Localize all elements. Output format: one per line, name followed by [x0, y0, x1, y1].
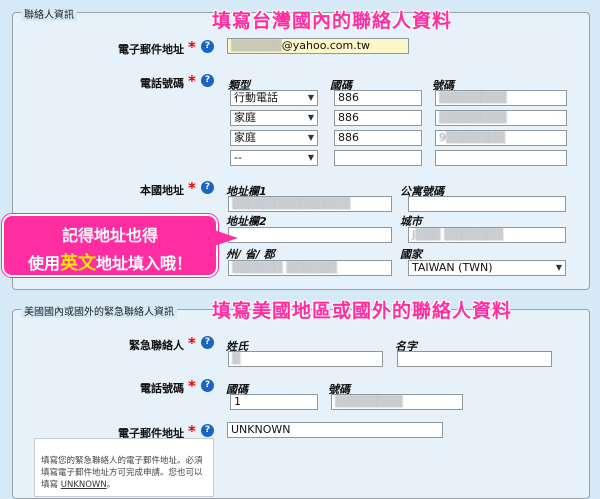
phone-label: 電話號碼 — [140, 77, 184, 90]
phone-number-input[interactable]: ▒▒▒▒▒▒▒▒ — [435, 110, 567, 126]
help-icon[interactable]: ? — [201, 40, 214, 53]
address-apt-input[interactable] — [408, 196, 566, 212]
email-domain: @yahoo.com.tw — [281, 39, 371, 52]
emergency-contact-label: 緊急聯絡人 — [129, 339, 184, 352]
help-icon[interactable]: ? — [201, 336, 214, 349]
required-mark: * — [188, 179, 196, 197]
chevron-down-icon: ▼ — [307, 153, 314, 162]
help-icon[interactable]: ? — [201, 74, 214, 87]
address-city-input[interactable]: J▒▒▒ ▒▒▒▒▒▒▒ — [408, 227, 566, 243]
required-mark: * — [188, 38, 196, 56]
email-input[interactable]: ▒▒▒▒▒▒@yahoo.com.tw — [227, 38, 409, 54]
required-mark: * — [188, 377, 196, 395]
help-icon[interactable]: ? — [201, 379, 214, 392]
help-icon[interactable]: ? — [201, 181, 214, 194]
emergency-email-input[interactable]: UNKNOWN — [227, 422, 443, 438]
callout-line1: 記得地址也得 — [61, 226, 158, 245]
required-mark: * — [188, 72, 196, 90]
phone-type-select[interactable]: 家庭 ▼ — [230, 130, 318, 146]
emergency-number-input[interactable]: ▒▒▒▒▒▒▒▒ — [331, 394, 463, 410]
phone-type-select[interactable]: 家庭 ▼ — [230, 110, 318, 126]
chevron-down-icon: ▼ — [307, 133, 314, 142]
emergency-email-note: 填寫您的緊急聯絡人的電子郵件地址。必須填寫電子郵件地址方可完成申請。您也可以填寫… — [34, 438, 214, 497]
address-country-select[interactable]: TAIWAN (TWN) ▼ — [408, 260, 566, 276]
phone-type-select[interactable]: -- ▼ — [230, 150, 318, 166]
unknown-text: UNKNOWN — [60, 480, 107, 490]
required-mark: * — [188, 334, 196, 352]
email-label: 電子郵件地址 — [118, 43, 184, 56]
callout-highlight: 英文 — [60, 253, 96, 274]
phone-number-input[interactable]: ▒▒▒▒▒▒▒▒ — [435, 90, 567, 106]
phone-country-input[interactable] — [334, 150, 422, 166]
contact-info-overlay-title: 填寫台灣國內的聯絡人資料 — [212, 10, 453, 32]
callout-line2: 使用英文地址填入哦！ — [27, 253, 193, 274]
contact-info-legend: 聯絡人資訊 — [21, 6, 77, 21]
last-name-input[interactable]: ▒ — [228, 351, 383, 367]
address-line2-input[interactable] — [228, 227, 392, 243]
phone-country-input[interactable]: 886 — [334, 130, 422, 146]
phone-number-input[interactable] — [435, 150, 567, 166]
emergency-contact-legend: 美國國內或國外的緊急聯絡人資訊 — [21, 303, 177, 318]
address-state-input[interactable]: ▒▒▒▒▒▒ ▒▒▒▒▒▒ — [228, 260, 392, 276]
first-name-input[interactable] — [397, 351, 552, 367]
address-line1-input[interactable]: ▒▒▒▒▒▒▒▒▒▒▒▒▒▒ — [228, 196, 392, 212]
english-address-callout: 記得地址也得 使用英文地址填入哦！ — [2, 214, 238, 277]
chevron-down-icon: ▼ — [307, 113, 314, 122]
chevron-down-icon: ▼ — [555, 263, 562, 272]
chevron-down-icon: ▼ — [307, 93, 314, 102]
help-icon[interactable]: ? — [201, 424, 214, 437]
address-label: 本國地址 — [140, 184, 184, 197]
phone-number-input[interactable]: 9▒▒▒▒▒▒▒ — [435, 130, 567, 146]
phone-type-select[interactable]: 行動電話 ▼ — [230, 90, 318, 106]
emergency-phone-label: 電話號碼 — [140, 382, 184, 395]
emergency-country-code-input[interactable]: 1 — [230, 394, 318, 410]
emergency-overlay-title: 填寫美國地區或國外的聯絡人資料 — [212, 300, 513, 322]
phone-country-input[interactable]: 886 — [334, 90, 422, 106]
phone-country-input[interactable]: 886 — [334, 110, 422, 126]
